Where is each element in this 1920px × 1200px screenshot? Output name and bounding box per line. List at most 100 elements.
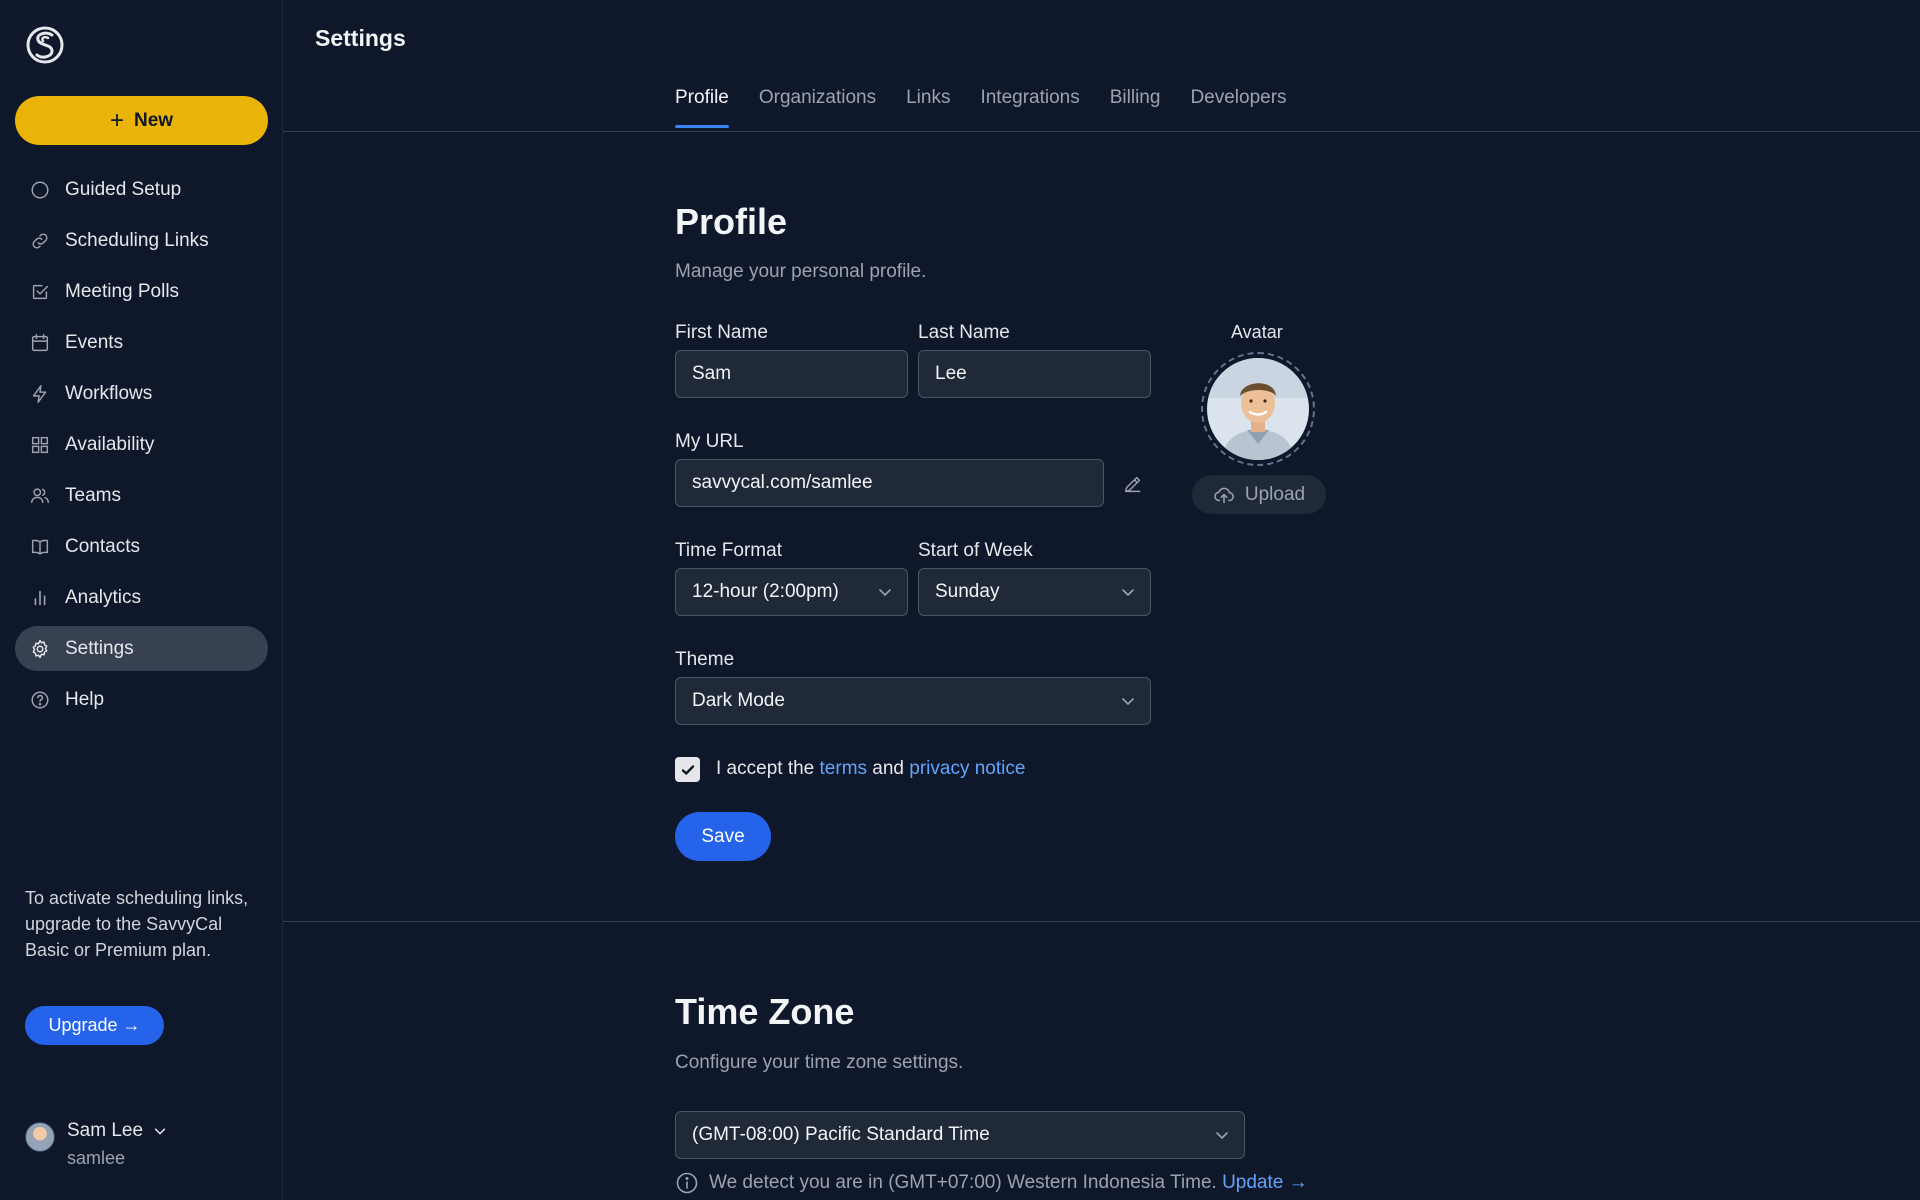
tab-links[interactable]: Links xyxy=(906,87,950,128)
sidebar-item-label: Analytics xyxy=(65,586,142,608)
profile-subheading: Manage your personal profile. xyxy=(675,261,927,282)
sidebar-item-help[interactable]: Help xyxy=(15,677,268,722)
url-label: My URL xyxy=(675,431,744,452)
chevron-down-icon xyxy=(1122,589,1134,597)
sidebar-nav: Guided Setup Scheduling Links Meeting Po… xyxy=(15,167,268,728)
start-week-label: Start of Week xyxy=(918,540,1033,561)
time-format-label: Time Format xyxy=(675,540,782,561)
user-name-row: Sam Lee xyxy=(67,1120,167,1142)
page-title: Settings xyxy=(315,25,406,51)
chevron-down-icon xyxy=(154,1128,166,1135)
sidebar-item-scheduling-links[interactable]: Scheduling Links xyxy=(15,218,268,263)
upload-button[interactable]: Upload xyxy=(1192,475,1326,514)
sidebar-item-meeting-polls[interactable]: Meeting Polls xyxy=(15,269,268,314)
section-divider xyxy=(283,921,1920,922)
last-name-label: Last Name xyxy=(918,322,1010,343)
bolt-icon xyxy=(32,384,47,403)
time-format-select[interactable]: 12-hour (2:00pm) xyxy=(675,568,908,616)
privacy-notice-link[interactable]: privacy notice xyxy=(909,758,1025,779)
timezone-detect-text: We detect you are in (GMT+07:00) Western… xyxy=(709,1172,1217,1193)
accept-terms-text: I accept the terms and privacy notice xyxy=(716,758,1025,780)
sidebar-item-guided-setup[interactable]: Guided Setup xyxy=(15,167,268,212)
tab-billing[interactable]: Billing xyxy=(1110,87,1161,128)
theme-select[interactable]: Dark Mode xyxy=(675,677,1151,725)
timezone-value: (GMT-08:00) Pacific Standard Time xyxy=(692,1124,990,1145)
sidebar-item-events[interactable]: Events xyxy=(15,320,268,365)
sidebar-item-availability[interactable]: Availability xyxy=(15,422,268,467)
sidebar-item-contacts[interactable]: Contacts xyxy=(15,524,268,569)
sidebar-item-label: Contacts xyxy=(65,535,140,557)
last-name-field[interactable]: Lee xyxy=(918,350,1151,398)
upgrade-button[interactable]: Upgrade → xyxy=(25,1006,164,1045)
user-menu[interactable]: Sam Lee samlee xyxy=(25,1120,167,1169)
link-icon xyxy=(32,233,48,248)
gear-icon xyxy=(32,639,48,658)
save-button[interactable]: Save xyxy=(675,812,771,861)
accept-terms-checkbox[interactable] xyxy=(675,757,700,782)
sidebar-item-teams[interactable]: Teams xyxy=(15,473,268,518)
accept-prefix: I accept the xyxy=(716,758,815,779)
tab-integrations[interactable]: Integrations xyxy=(980,87,1079,128)
savvycal-logo-icon[interactable] xyxy=(26,25,64,65)
book-icon xyxy=(31,539,49,555)
checkbox-icon xyxy=(32,284,49,299)
chevron-down-icon xyxy=(1216,1132,1228,1140)
avatar xyxy=(1207,358,1309,460)
pencil-icon[interactable] xyxy=(1122,473,1144,495)
chevron-down-icon xyxy=(1122,698,1134,706)
avatar-label: Avatar xyxy=(1231,322,1283,342)
time-format-value: 12-hour (2:00pm) xyxy=(692,581,839,602)
sidebar-item-workflows[interactable]: Workflows xyxy=(15,371,268,416)
user-name: Sam Lee xyxy=(67,1120,144,1141)
timezone-subheading: Configure your time zone settings. xyxy=(675,1052,964,1073)
tab-developers[interactable]: Developers xyxy=(1190,87,1286,128)
upgrade-promo-text: To activate scheduling links, upgrade to… xyxy=(25,888,249,960)
url-field[interactable]: savvycal.com/samlee xyxy=(675,459,1104,507)
sidebar-item-label: Settings xyxy=(65,637,134,659)
sidebar-item-label: Guided Setup xyxy=(65,178,182,200)
start-week-value: Sunday xyxy=(935,581,1000,602)
start-week-select[interactable]: Sunday xyxy=(918,568,1151,616)
timezone-update-link[interactable]: Update → xyxy=(1222,1172,1308,1193)
circle-icon xyxy=(31,180,49,199)
profile-heading: Profile xyxy=(675,201,788,242)
avatar-dropzone[interactable] xyxy=(1201,352,1315,466)
settings-tabs-bar: Profile Organizations Links Integrations… xyxy=(283,0,1920,132)
avatar xyxy=(25,1122,55,1152)
sidebar-item-label: Teams xyxy=(65,484,121,506)
first-name-label: First Name xyxy=(675,322,768,343)
sidebar-item-label: Help xyxy=(65,688,105,710)
checkmark-icon xyxy=(681,764,694,775)
timezone-heading: Time Zone xyxy=(675,991,855,1032)
grid-icon xyxy=(31,436,49,453)
upload-label: Upload xyxy=(1244,483,1306,505)
plus-icon: + xyxy=(109,106,124,134)
settings-tabs: Profile Organizations Links Integrations… xyxy=(675,87,1287,128)
terms-link[interactable]: terms xyxy=(820,758,868,779)
avatar-photo xyxy=(1207,358,1309,460)
user-handle: samlee xyxy=(67,1148,126,1168)
calendar-icon xyxy=(31,333,49,351)
info-icon xyxy=(676,1172,698,1194)
first-name-field[interactable]: Sam xyxy=(675,350,908,398)
timezone-detect-note: We detect you are in (GMT+07:00) Western… xyxy=(675,1171,1308,1195)
sidebar-item-label: Workflows xyxy=(65,382,153,404)
timezone-select[interactable]: (GMT-08:00) Pacific Standard Time xyxy=(675,1111,1245,1159)
help-icon xyxy=(31,690,49,709)
new-button[interactable]: + New xyxy=(15,96,268,145)
sidebar-item-label: Events xyxy=(65,331,124,353)
sidebar: + New Guided Setup Scheduling Links Meet… xyxy=(0,0,283,1200)
sidebar-item-label: Availability xyxy=(65,433,155,455)
bar-chart-icon xyxy=(34,590,46,605)
accept-and: and xyxy=(872,758,904,779)
tab-profile[interactable]: Profile xyxy=(675,87,729,128)
chevron-down-icon xyxy=(879,589,891,597)
theme-value: Dark Mode xyxy=(692,690,785,711)
sidebar-item-settings[interactable]: Settings xyxy=(15,626,268,671)
users-icon xyxy=(31,487,49,503)
theme-label: Theme xyxy=(675,649,735,670)
cloud-upload-icon xyxy=(1214,487,1234,503)
sidebar-item-analytics[interactable]: Analytics xyxy=(15,575,268,620)
sidebar-item-label: Meeting Polls xyxy=(65,280,180,302)
tab-organizations[interactable]: Organizations xyxy=(759,87,876,128)
